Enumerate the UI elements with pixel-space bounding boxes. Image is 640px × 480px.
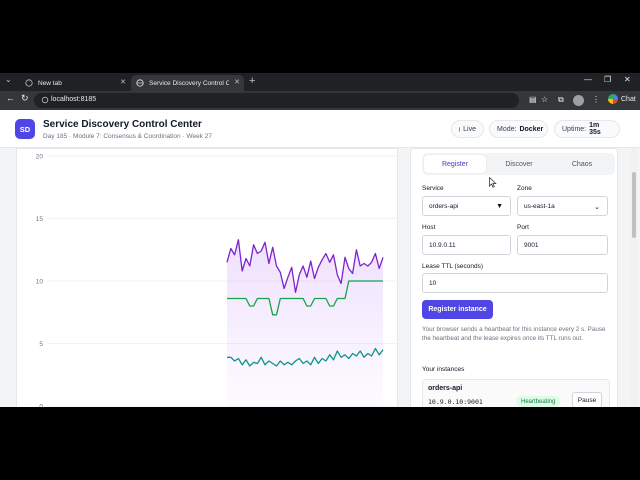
bookmark-star-icon[interactable]: ☆	[541, 95, 548, 104]
metrics-chart-card: 0 5 10 15 20	[16, 148, 399, 408]
heartbeat-help-text: Your browser sends a heartbeat for this …	[422, 326, 606, 342]
tab-search-chevron-icon[interactable]: ⌄	[5, 75, 12, 84]
reader-mode-icon[interactable]: ▤	[529, 95, 537, 104]
zone-label: Zone	[517, 185, 532, 192]
new-tab-plus-icon[interactable]: +	[249, 74, 255, 88]
chat-label: Chat	[621, 95, 636, 103]
chevron-down-icon: ⌄	[594, 204, 600, 211]
metrics-chart: 0 5 10 15 20	[36, 154, 399, 408]
extensions-icon[interactable]: ⧉	[558, 95, 564, 105]
service-label: Service	[422, 185, 444, 192]
window-close-icon[interactable]: ✕	[624, 75, 631, 84]
y-tick-label: 10	[36, 279, 44, 286]
live-dot-icon	[459, 126, 461, 132]
close-icon[interactable]: ✕	[234, 78, 240, 86]
port-input[interactable]: 9001	[517, 235, 608, 255]
instances-heading: Your instances	[422, 366, 465, 373]
mode-label: Mode:	[497, 125, 517, 133]
browser-tab-label: Service Discovery Control Center	[149, 79, 229, 87]
heartbeat-status-badge: Heartbeating	[516, 396, 561, 407]
ttl-input[interactable]: 10	[422, 273, 608, 293]
panel-tabs: Register Discover Chaos	[422, 153, 615, 175]
tab-chaos[interactable]: Chaos	[551, 155, 613, 173]
register-instance-button[interactable]: Register instance	[422, 300, 493, 319]
app-logo: SD	[15, 119, 35, 139]
tab-register[interactable]: Register	[424, 155, 486, 173]
maximize-icon[interactable]: ❐	[604, 75, 611, 84]
y-tick-label: 15	[36, 216, 44, 223]
back-arrow-icon[interactable]: ←	[6, 93, 15, 103]
minimize-icon[interactable]: —	[584, 75, 592, 84]
page-subtitle: Day 185 · Module 7: Consensus & Coordina…	[43, 133, 212, 140]
mouse-cursor-icon	[489, 177, 497, 188]
live-label: Live	[463, 125, 476, 133]
globe-icon	[25, 79, 33, 87]
live-status-badge: Live	[451, 120, 484, 138]
close-icon[interactable]: ✕	[120, 78, 126, 86]
y-tick-label: 0	[39, 404, 43, 408]
host-input[interactable]: 10.9.0.11	[422, 235, 511, 255]
page-title: Service Discovery Control Center	[43, 119, 202, 130]
screen: New tab ✕ Service Discovery Control Cent…	[0, 0, 640, 480]
profile-avatar[interactable]	[573, 95, 584, 106]
pause-button[interactable]: Pause	[572, 392, 602, 407]
scrollbar-thumb[interactable]	[632, 172, 636, 238]
uptime-badge: Uptime: 1m 35s	[554, 120, 620, 138]
instance-address: 10.9.0.10:9001	[428, 398, 483, 406]
service-select[interactable]: orders-api ▼	[422, 196, 511, 216]
y-tick-label: 5	[39, 341, 43, 348]
port-label: Port	[517, 224, 529, 231]
app: SD Service Discovery Control Center Day …	[0, 110, 640, 407]
control-panel: Register Discover Chaos Service orders-a…	[410, 148, 618, 407]
more-menu-icon[interactable]: ⋮	[592, 95, 600, 104]
zone-select[interactable]: us-east-1a ⌄	[517, 196, 608, 216]
instance-card: orders-api 10.9.0.10:9001 Heartbeating P…	[422, 379, 610, 407]
browser-tab-strip: New tab ✕ Service Discovery Control Cent…	[0, 73, 640, 91]
app-header: SD Service Discovery Control Center Day …	[0, 110, 640, 148]
service-value: orders-api	[429, 202, 459, 210]
y-tick-label: 20	[36, 154, 44, 161]
tab-discover[interactable]: Discover	[488, 155, 550, 173]
mode-badge: Mode: Docker	[489, 120, 548, 138]
mode-value: Docker	[519, 125, 544, 133]
dropdown-arrow-icon: ▼	[496, 203, 503, 210]
browser-tab-new[interactable]: New tab ✕	[20, 75, 130, 91]
instance-name: orders-api	[428, 385, 463, 392]
site-info-icon	[41, 96, 49, 104]
reload-icon[interactable]: ↻	[21, 93, 29, 104]
zone-value: us-east-1a	[524, 202, 555, 210]
chat-button[interactable]: Chat	[608, 94, 636, 104]
host-label: Host	[422, 224, 436, 231]
uptime-value: 1m 35s	[589, 122, 601, 136]
url-bar[interactable]: localhost:8185	[34, 93, 519, 108]
globe-icon	[136, 79, 144, 87]
gemini-icon	[608, 94, 618, 104]
ttl-label: Lease TTL (seconds)	[422, 263, 484, 270]
uptime-label: Uptime:	[562, 125, 587, 133]
browser-tab-label: New tab	[38, 79, 62, 87]
url-text: localhost:8185	[51, 96, 97, 103]
browser-tab-active[interactable]: Service Discovery Control Center ✕	[131, 75, 244, 91]
